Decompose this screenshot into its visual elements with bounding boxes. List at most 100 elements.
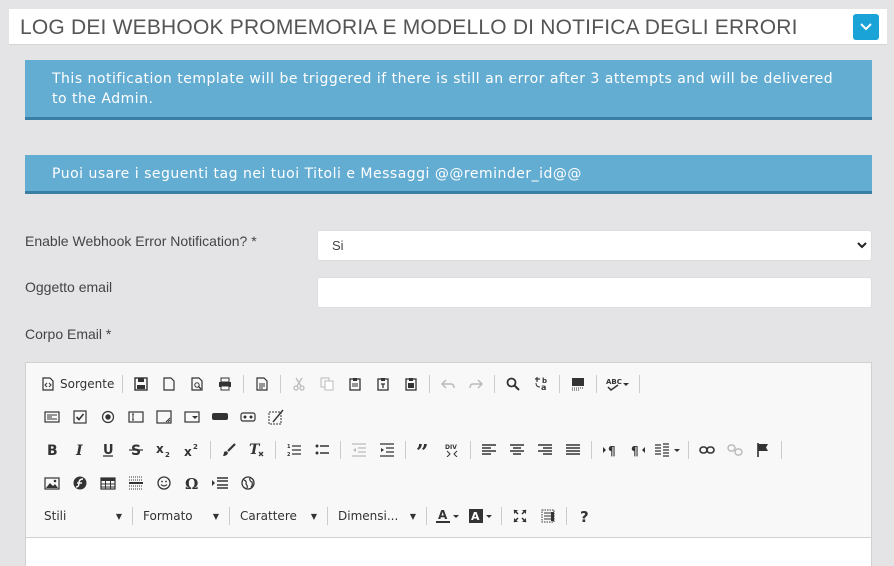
save-button[interactable] — [127, 372, 155, 396]
text-color-button[interactable]: A — [431, 504, 465, 528]
div-container-button[interactable]: DIV — [438, 438, 466, 462]
button-field-button[interactable] — [206, 405, 234, 429]
toolbar-separator — [591, 441, 592, 459]
superscript-button[interactable]: x2 — [178, 438, 206, 462]
image-button-icon — [240, 412, 256, 422]
smiley-button[interactable] — [150, 471, 178, 495]
select-all-button[interactable] — [564, 372, 592, 396]
show-blocks-button[interactable] — [534, 504, 562, 528]
justify-button[interactable] — [559, 438, 587, 462]
spellcheck-icon: ABC — [606, 378, 630, 391]
size-combo[interactable]: Dimensi... ▼ — [332, 504, 422, 528]
styles-combo[interactable]: Stili ▼ — [38, 504, 128, 528]
paste-word-icon — [405, 378, 418, 391]
checkbox-button[interactable] — [66, 405, 94, 429]
strikethrough-icon: S — [129, 443, 143, 457]
toolbar-separator — [340, 441, 341, 459]
radio-button[interactable] — [94, 405, 122, 429]
special-char-button[interactable]: Ω — [178, 471, 206, 495]
align-left-button[interactable] — [475, 438, 503, 462]
redo-button[interactable] — [462, 372, 490, 396]
rtl-button[interactable]: ¶ — [624, 438, 652, 462]
copy-button[interactable] — [313, 372, 341, 396]
email-subject-label: Oggetto email — [25, 279, 113, 295]
print-button[interactable] — [211, 372, 239, 396]
remove-format-button[interactable]: T — [243, 438, 271, 462]
copy-formatting-button[interactable] — [215, 438, 243, 462]
size-combo-label: Dimensi... — [338, 509, 399, 523]
align-right-button[interactable] — [531, 438, 559, 462]
anchor-button[interactable] — [749, 438, 777, 462]
toolbar-separator — [275, 441, 276, 459]
collapse-button[interactable] — [853, 14, 879, 40]
image-button[interactable] — [38, 471, 66, 495]
toolbar-separator — [405, 441, 406, 459]
button-field-icon — [212, 413, 228, 420]
format-combo[interactable]: Formato ▼ — [137, 504, 225, 528]
bold-icon: B — [47, 443, 58, 457]
bold-button[interactable]: B — [38, 438, 66, 462]
enable-notification-select[interactable]: Si — [317, 230, 872, 261]
replace-button[interactable]: ab — [527, 372, 555, 396]
flash-button[interactable] — [66, 471, 94, 495]
toolbar-separator — [596, 375, 598, 393]
toolbar-separator — [243, 375, 245, 393]
subscript-button[interactable]: x2 — [150, 438, 178, 462]
form-icon — [44, 411, 60, 423]
toolbar-separator — [429, 375, 431, 393]
underline-button[interactable]: U — [94, 438, 122, 462]
ltr-button[interactable]: ¶ — [596, 438, 624, 462]
iframe-button[interactable] — [234, 471, 262, 495]
italic-button[interactable]: I — [66, 438, 94, 462]
cut-button[interactable] — [285, 372, 313, 396]
link-button[interactable] — [693, 438, 721, 462]
templates-button[interactable] — [248, 372, 276, 396]
rtl-icon: ¶ — [631, 444, 645, 457]
paintbrush-icon — [223, 443, 236, 456]
paste-word-button[interactable] — [397, 372, 425, 396]
bg-color-button[interactable]: A — [465, 504, 497, 528]
undo-icon — [441, 379, 456, 389]
email-subject-input[interactable] — [317, 277, 872, 308]
page-break-button[interactable] — [206, 471, 234, 495]
bulleted-list-icon — [315, 444, 329, 455]
find-button[interactable] — [499, 372, 527, 396]
toolbar-separator — [559, 375, 561, 393]
unlink-button[interactable] — [721, 438, 749, 462]
bulleted-list-button[interactable] — [308, 438, 336, 462]
text-color-icon: A — [436, 509, 459, 523]
underline-icon: U — [103, 443, 114, 457]
source-button[interactable]: Sorgente — [38, 372, 118, 396]
maximize-icon — [513, 509, 527, 523]
help-button[interactable]: ? — [571, 504, 599, 528]
maximize-button[interactable] — [506, 504, 534, 528]
svg-text:2: 2 — [287, 452, 291, 457]
preview-button[interactable] — [183, 372, 211, 396]
align-center-button[interactable] — [503, 438, 531, 462]
editor-content-area[interactable] — [26, 537, 871, 566]
toolbar-separator — [639, 375, 641, 393]
table-button[interactable] — [94, 471, 122, 495]
horizontal-rule-button[interactable] — [122, 471, 150, 495]
indent-button[interactable] — [373, 438, 401, 462]
hidden-field-button[interactable] — [262, 405, 290, 429]
image-button-field-button[interactable] — [234, 405, 262, 429]
text-field-button[interactable] — [122, 405, 150, 429]
outdent-button[interactable] — [345, 438, 373, 462]
paste-button[interactable] — [341, 372, 369, 396]
blockquote-button[interactable]: ” — [410, 438, 438, 462]
toolbar-row-document: Sorgente ab ABC — [38, 372, 644, 396]
textarea-button[interactable] — [150, 405, 178, 429]
font-combo[interactable]: Carattere ▼ — [234, 504, 323, 528]
select-field-button[interactable] — [178, 405, 206, 429]
numbered-list-button[interactable]: 12 — [280, 438, 308, 462]
strike-button[interactable]: S — [122, 438, 150, 462]
svg-text:?: ? — [580, 509, 589, 523]
undo-button[interactable] — [434, 372, 462, 396]
spellcheck-button[interactable]: ABC — [601, 372, 635, 396]
form-button[interactable] — [38, 405, 66, 429]
new-page-button[interactable] — [155, 372, 183, 396]
language-button[interactable] — [652, 438, 684, 462]
justify-icon — [566, 444, 580, 455]
paste-text-button[interactable] — [369, 372, 397, 396]
